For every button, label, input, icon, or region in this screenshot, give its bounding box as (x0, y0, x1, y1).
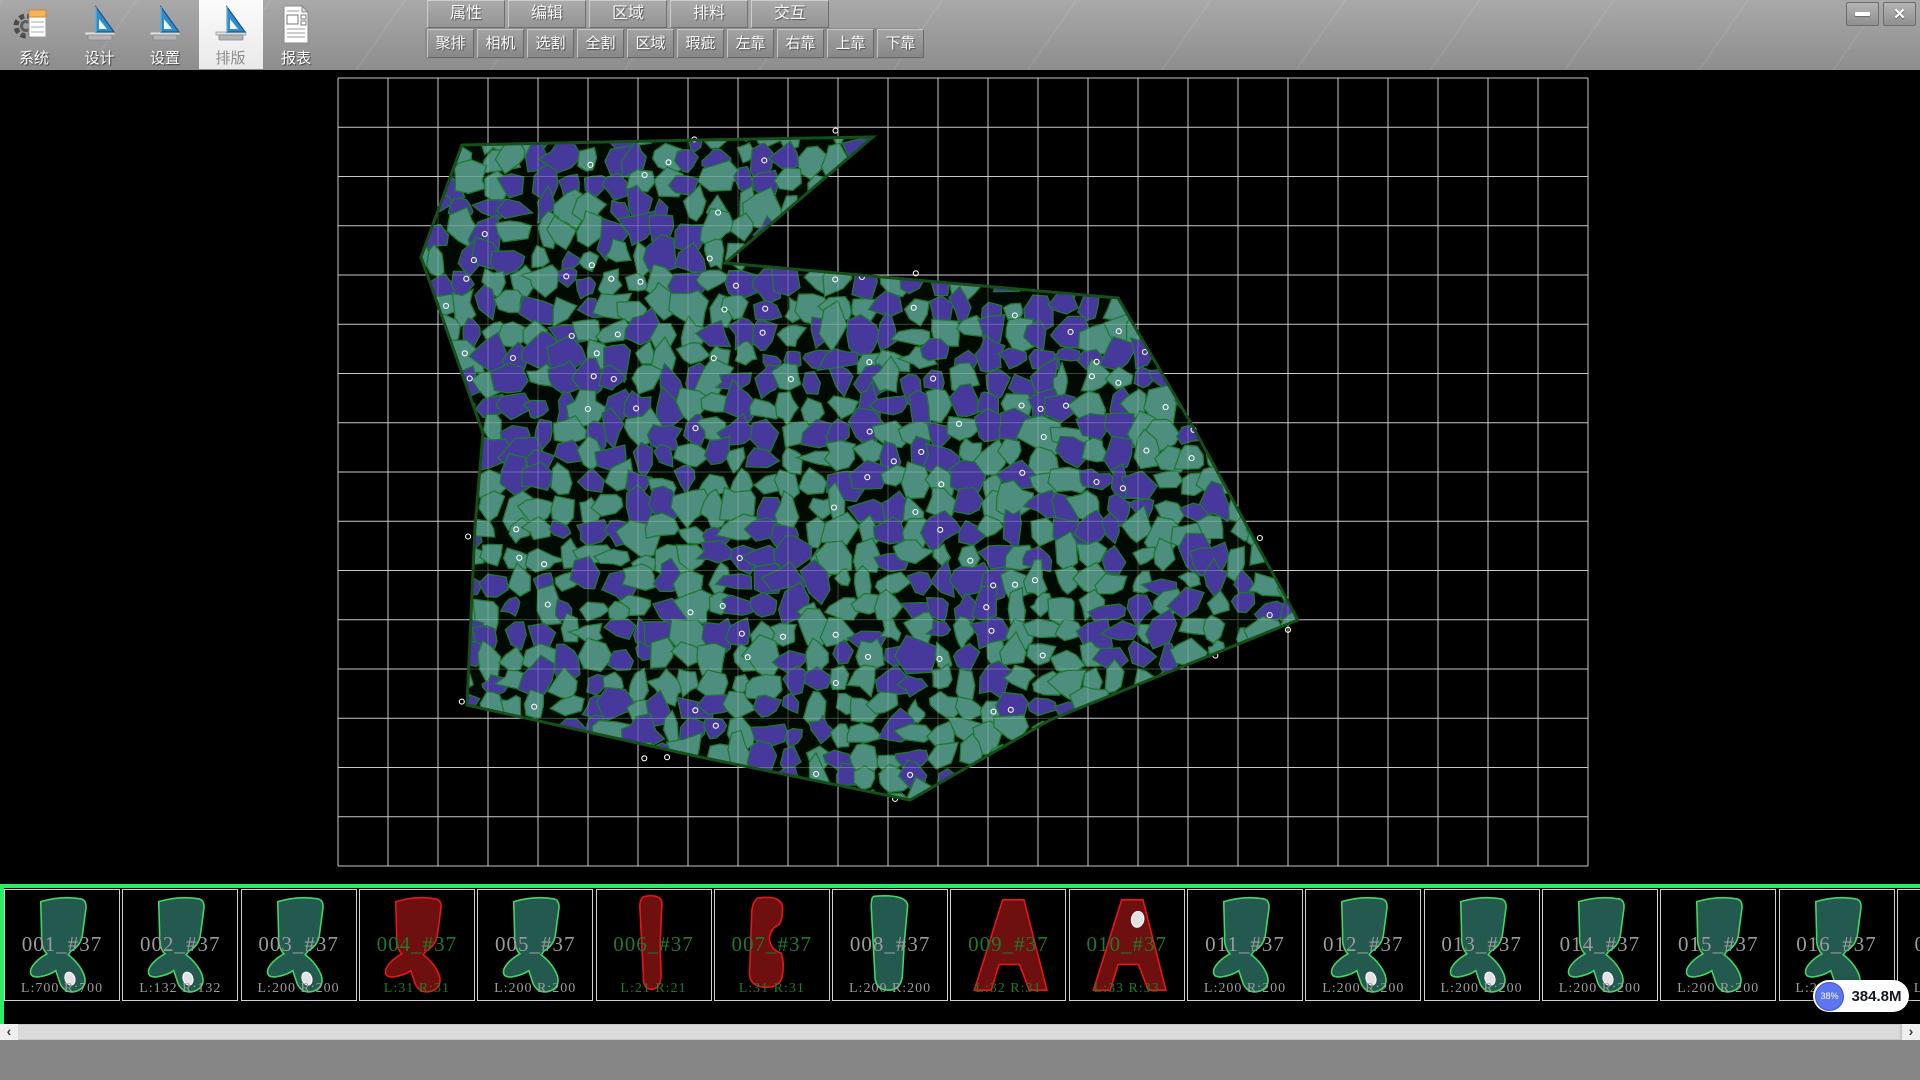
tool-button-聚排[interactable]: 聚排 (427, 29, 474, 58)
menu-tab-编辑[interactable]: 编辑 (508, 0, 586, 28)
piece-shape (488, 891, 582, 999)
piece-shape (1671, 891, 1765, 999)
status-bar (0, 1040, 1920, 1080)
piece-thumbnail-009_#37[interactable]: 009_#37 L:32 R:31 (950, 889, 1066, 1001)
piece-thumbnail-014_#37[interactable]: 014_#37 L:200 R:200 (1542, 889, 1658, 1001)
close-button[interactable]: ✕ (1883, 2, 1916, 26)
main-tab-design[interactable]: 设计 (68, 0, 132, 69)
piece-thumbnail-003_#37[interactable]: 003_#37 L:200 R:200 (241, 889, 357, 1001)
piece-shape (607, 891, 701, 999)
piece-thumbnail-007_#37[interactable]: 007_#37 L:31 R:31 (714, 889, 830, 1001)
menu-tab-属性[interactable]: 属性 (427, 0, 505, 28)
piece-shape (1435, 891, 1529, 999)
piece-thumbnail-005_#37[interactable]: 005_#37 L:200 R:200 (477, 889, 593, 1001)
piece-shape (133, 891, 227, 999)
main-tab-label: 设计 (68, 52, 132, 66)
main-tab-label: 报表 (264, 52, 328, 66)
tool-button-全割[interactable]: 全割 (577, 29, 624, 58)
app-window: 系统 设计 设置 排版 报表 属性编辑区域排料交互 聚排相机选割全割区域瑕疵左靠… (0, 0, 1920, 1080)
main-tab-label: 系统 (2, 52, 66, 66)
main-tab-setup[interactable]: 设置 (133, 0, 197, 69)
piece-shape (370, 891, 464, 999)
piece-shape (252, 891, 346, 999)
piece-shape (725, 891, 819, 999)
piece-thumbnail-012_#37[interactable]: 012_#37 L:200 R:200 (1305, 889, 1421, 1001)
main-tab-report[interactable]: 报表 (264, 0, 328, 69)
piece-thumbnail-008_#37[interactable]: 008_#37 L:200 R:200 (832, 889, 948, 1001)
menu-tab-区域[interactable]: 区域 (589, 0, 667, 28)
piece-shape (1198, 891, 1292, 999)
scrollbar-thumb[interactable] (18, 1025, 1900, 1039)
menu-tabs: 属性编辑区域排料交互 (427, 0, 832, 28)
tool-button-下靠[interactable]: 下靠 (877, 29, 924, 58)
piece-thumbnail-001_#37[interactable]: 001_#37 L:700 R:700 (4, 889, 120, 1001)
memory-usage: 384.8M (1844, 988, 1909, 1005)
tool-button-右靠[interactable]: 右靠 (777, 29, 824, 58)
minimize-icon (1855, 12, 1870, 16)
piece-thumbnail-011_#37[interactable]: 011_#37 L:200 R:200 (1187, 889, 1303, 1001)
tool-button-左靠[interactable]: 左靠 (727, 29, 774, 58)
piece-shape (961, 891, 1055, 999)
scroll-left-button[interactable]: ‹ (0, 1024, 18, 1040)
piece-shape (1908, 891, 1920, 999)
menu-tab-交互[interactable]: 交互 (751, 0, 829, 28)
pieces-strip: 001_#37 L:700 R:700 002_#37 L:132 R:132 … (0, 884, 1920, 1024)
close-icon: ✕ (1893, 5, 1906, 23)
tool-button-区域[interactable]: 区域 (627, 29, 674, 58)
main-tab-label: 排版 (199, 52, 263, 66)
system-gear-icon (12, 3, 56, 47)
tool-buttons: 聚排相机选割全割区域瑕疵左靠右靠上靠下靠 (427, 29, 927, 57)
horizontal-scrollbar[interactable]: ‹ › (0, 1024, 1920, 1040)
nesting-drawing (0, 70, 1920, 884)
piece-shape (15, 891, 109, 999)
tool-button-瑕疵[interactable]: 瑕疵 (677, 29, 724, 58)
scroll-right-button[interactable]: › (1902, 1024, 1920, 1040)
window-controls: ✕ (1846, 2, 1916, 26)
piece-thumbnail-010_#37[interactable]: 010_#37 L:33 R:33 (1069, 889, 1185, 1001)
piece-shape (1553, 891, 1647, 999)
piece-thumbnail-015_#37[interactable]: 015_#37 L:200 R:200 (1660, 889, 1776, 1001)
report-document-icon (274, 3, 318, 47)
piece-shape (1080, 891, 1174, 999)
progress-percent: 38% (1815, 982, 1844, 1011)
piece-shape (1316, 891, 1410, 999)
tool-button-选割[interactable]: 选割 (527, 29, 574, 58)
set-square-icon (143, 3, 187, 47)
piece-shape (843, 891, 937, 999)
menu-tab-排料[interactable]: 排料 (670, 0, 748, 28)
main-tab-system[interactable]: 系统 (2, 0, 66, 69)
minimize-button[interactable] (1846, 2, 1879, 26)
main-tab-nesting[interactable]: 排版 (199, 0, 263, 69)
piece-thumbnail-006_#37[interactable]: 006_#37 L:21 R:21 (596, 889, 712, 1001)
main-tab-label: 设置 (133, 52, 197, 66)
piece-thumbnail-004_#37[interactable]: 004_#37 L:31 R:31 (359, 889, 475, 1001)
tool-button-相机[interactable]: 相机 (477, 29, 524, 58)
progress-badge: 38% 384.8M (1813, 980, 1909, 1012)
piece-thumbnail-013_#37[interactable]: 013_#37 L:200 R:200 (1424, 889, 1540, 1001)
set-square-icon (209, 3, 253, 47)
set-square-icon (78, 3, 122, 47)
toolbar: 系统 设计 设置 排版 报表 属性编辑区域排料交互 聚排相机选割全割区域瑕疵左靠… (0, 0, 1920, 71)
piece-thumbnail-002_#37[interactable]: 002_#37 L:132 R:132 (122, 889, 238, 1001)
nesting-canvas[interactable] (0, 70, 1920, 884)
tool-button-上靠[interactable]: 上靠 (827, 29, 874, 58)
